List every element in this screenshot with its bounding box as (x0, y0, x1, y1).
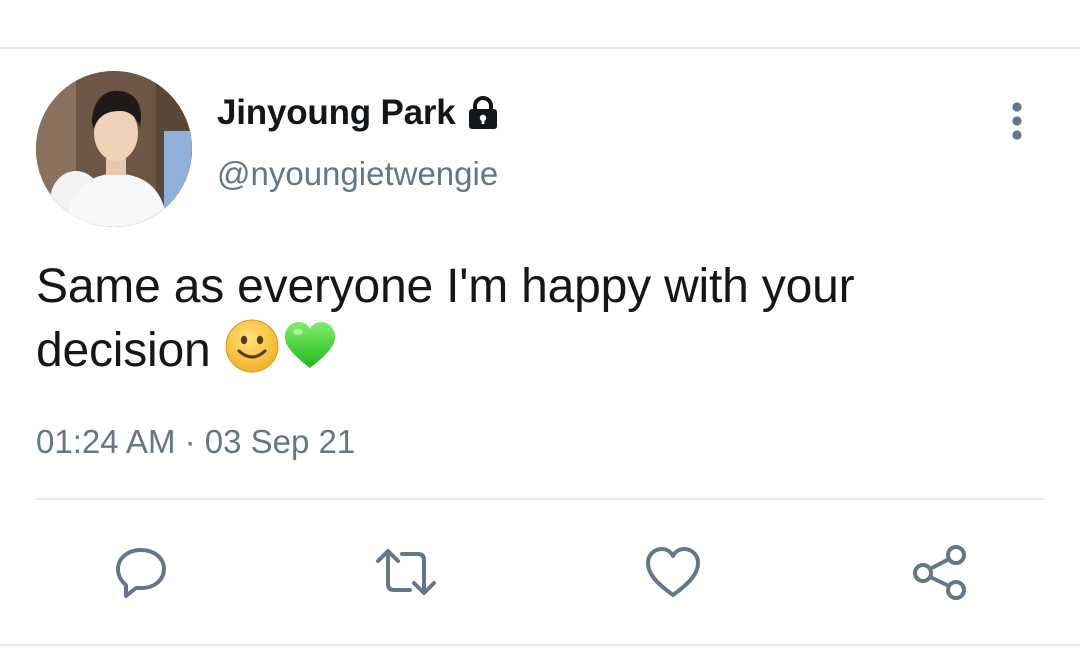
share-icon (911, 543, 969, 606)
tweet-card: Jinyoung Park @nyoungietwengie Same as e… (0, 49, 1080, 645)
like-button[interactable] (638, 539, 708, 609)
more-options-button[interactable] (1000, 101, 1034, 145)
retweet-button[interactable] (371, 539, 441, 609)
reply-icon (113, 544, 169, 605)
author-avatar[interactable] (36, 71, 192, 227)
lock-icon (466, 95, 500, 131)
heart-icon (644, 544, 702, 605)
retweet-icon (374, 544, 438, 605)
author-name[interactable]: Jinyoung Park (217, 93, 500, 133)
more-vertical-icon (1011, 101, 1023, 146)
author-handle[interactable]: @nyoungietwengie (217, 155, 498, 193)
slightly-smiling-face-emoji (224, 318, 280, 374)
bottom-divider (0, 644, 1080, 646)
author-name-text[interactable]: Jinyoung Park (217, 93, 456, 133)
tweet-text: Same as everyone I'm happy with your dec… (36, 255, 1036, 382)
tweet-timestamp[interactable]: 01:24 AM · 03 Sep 21 (36, 423, 355, 461)
reply-button[interactable] (106, 539, 176, 609)
green-heart-emoji (282, 318, 338, 374)
tweet-body: Same as everyone I'm happy with your dec… (36, 260, 855, 377)
actions-divider (36, 498, 1044, 500)
share-button[interactable] (905, 539, 975, 609)
